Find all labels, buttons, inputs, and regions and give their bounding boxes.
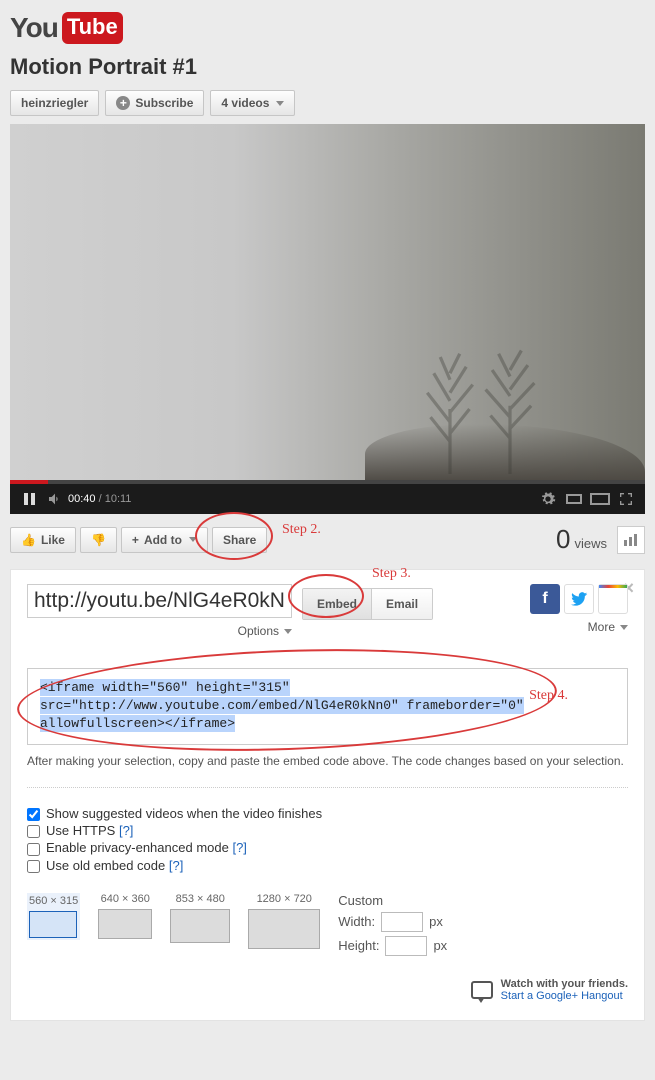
share-panel: × Options Embed Email Step 3. f (10, 569, 645, 1021)
player-controls: 00:40 / 10:11 (10, 484, 645, 514)
check-https[interactable]: Use HTTPS [?] (27, 823, 628, 838)
check-old-embed[interactable]: Use old embed code [?] (27, 858, 628, 873)
video-actions-row: 👍 Like 👎 + Add to Share Step 2. 0 views (10, 524, 645, 555)
like-label: Like (41, 533, 65, 547)
pause-button[interactable] (16, 486, 42, 512)
share-more-link[interactable]: More (530, 620, 628, 634)
size-1280[interactable]: 1280 × 720 (248, 893, 320, 949)
custom-size: Custom Width: px Height: px (338, 893, 447, 960)
time-total: 10:11 (105, 493, 132, 505)
size-label: 1280 × 720 (248, 893, 320, 905)
thumbs-down-icon: 👎 (91, 533, 106, 547)
subscribe-button[interactable]: + Subscribe (105, 90, 204, 116)
embed-code-text: <iframe width="560" height="315" src="ht… (40, 679, 524, 732)
check-https-label: Use HTTPS (46, 823, 115, 838)
help-link[interactable]: [?] (232, 840, 246, 855)
check-old-embed-label: Use old embed code (46, 858, 165, 873)
time-display: 00:40 / 10:11 (68, 493, 131, 505)
embed-hint-text: After making your selection, copy and pa… (27, 753, 628, 770)
size-853[interactable]: 853 × 480 (170, 893, 230, 943)
twitter-share-button[interactable] (564, 584, 594, 614)
facebook-share-button[interactable]: f (530, 584, 560, 614)
stats-button[interactable] (617, 526, 645, 554)
hangout-link[interactable]: Start a Google+ Hangout (501, 990, 623, 1002)
share-button[interactable]: Share (212, 527, 267, 553)
help-link[interactable]: [?] (169, 858, 183, 873)
size-label: 560 × 315 (29, 895, 78, 907)
check-privacy-input[interactable] (27, 843, 40, 856)
google-plus-button[interactable]: +1 (598, 584, 628, 614)
size-label: 640 × 360 (98, 893, 152, 905)
options-label: Options (238, 624, 279, 638)
time-current: 00:40 (68, 493, 96, 505)
logo-text-tube: Tube (62, 12, 123, 44)
video-count-label: 4 videos (221, 96, 269, 110)
promo-line1: Watch with your friends. (501, 978, 628, 990)
subscribe-label: Subscribe (135, 96, 193, 110)
check-suggested[interactable]: Show suggested videos when the video fin… (27, 806, 628, 821)
fullscreen-button[interactable] (613, 486, 639, 512)
views-count: 0 (556, 524, 570, 555)
volume-button[interactable] (42, 486, 68, 512)
theater-button[interactable] (561, 486, 587, 512)
embed-tab[interactable]: Embed (303, 589, 371, 619)
plus-icon: + (116, 96, 130, 110)
custom-width-input[interactable] (381, 912, 423, 932)
video-count-button[interactable]: 4 videos (210, 90, 295, 116)
share-url-input[interactable] (27, 584, 292, 618)
custom-height-input[interactable] (385, 936, 427, 956)
check-suggested-input[interactable] (27, 808, 40, 821)
like-button[interactable]: 👍 Like (10, 527, 76, 553)
annotation-label-step3: Step 3. (372, 566, 411, 582)
dislike-button[interactable]: 👎 (80, 527, 117, 553)
width-label: Width: (338, 914, 375, 929)
size-button[interactable] (587, 486, 613, 512)
addto-button[interactable]: + Add to (121, 527, 208, 553)
video-frame-tree (475, 344, 545, 474)
more-label: More (588, 620, 615, 634)
check-privacy-label: Enable privacy-enhanced mode (46, 840, 229, 855)
share-options-link[interactable]: Options (27, 624, 292, 638)
embed-code-box[interactable]: <iframe width="560" height="315" src="ht… (27, 668, 628, 745)
thumbs-up-icon: 👍 (21, 533, 36, 547)
chat-bubble-icon (471, 981, 493, 999)
embed-options-checks: Show suggested videos when the video fin… (27, 806, 628, 872)
check-old-embed-input[interactable] (27, 860, 40, 873)
share-tabs: Embed Email (302, 588, 433, 620)
custom-label: Custom (338, 893, 447, 908)
caret-down-icon (189, 537, 197, 542)
size-label: 853 × 480 (170, 893, 230, 905)
views-label: views (574, 536, 607, 551)
check-https-input[interactable] (27, 825, 40, 838)
check-suggested-label: Show suggested videos when the video fin… (46, 806, 322, 821)
caret-down-icon (284, 629, 292, 634)
caret-down-icon (620, 625, 628, 630)
size-560[interactable]: 560 × 315 (27, 893, 80, 940)
caret-down-icon (276, 101, 284, 106)
settings-button[interactable] (535, 486, 561, 512)
logo-text-you: You (10, 12, 58, 44)
uploader-button[interactable]: heinzriegler (10, 90, 99, 116)
plus-text-icon: + (132, 533, 139, 547)
site-logo[interactable]: You Tube (10, 12, 645, 44)
annotation-label-step2: Step 2. (282, 522, 321, 538)
size-640[interactable]: 640 × 360 (98, 893, 152, 939)
px-label: px (433, 938, 447, 953)
check-privacy[interactable]: Enable privacy-enhanced mode [?] (27, 840, 628, 855)
addto-label: Add to (144, 533, 182, 547)
height-label: Height: (338, 938, 379, 953)
email-tab[interactable]: Email (371, 589, 432, 619)
video-title: Motion Portrait #1 (10, 54, 645, 80)
hangout-promo: Watch with your friends. Start a Google+… (27, 978, 628, 1002)
divider (27, 787, 628, 788)
px-label: px (429, 914, 443, 929)
help-link[interactable]: [?] (119, 823, 133, 838)
video-player[interactable]: 00:40 / 10:11 (10, 124, 645, 514)
